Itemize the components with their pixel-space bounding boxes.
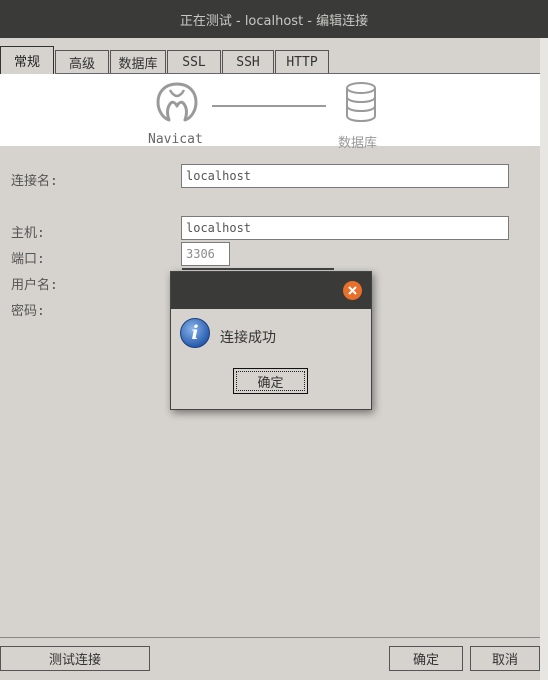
connection-line [212, 105, 326, 107]
navicat-logo-icon [156, 82, 198, 122]
database-label: 数据库 [338, 136, 378, 151]
navicat-label: Navicat [148, 132, 203, 147]
password-label: 密码: [11, 304, 45, 319]
cancel-button[interactable]: 取消 [470, 646, 540, 671]
port-label: 端口: [11, 252, 45, 267]
close-x-glyph [348, 286, 357, 295]
connection-name-label: 连接名: [11, 174, 58, 189]
info-icon: i [180, 318, 210, 348]
connection-name-input[interactable] [181, 164, 509, 188]
tab-ssh[interactable]: SSH [222, 50, 274, 73]
tab-http[interactable]: HTTP [275, 50, 329, 73]
focus-ring [236, 371, 305, 391]
host-label: 主机: [11, 226, 45, 241]
connection-success-dialog: i 连接成功 确定 [170, 271, 372, 410]
database-icon [346, 82, 376, 123]
tab-general[interactable]: 常规 [0, 46, 54, 74]
test-connection-button[interactable]: 测试连接 [0, 646, 150, 671]
connection-header-panel [0, 74, 540, 146]
tab-advanced[interactable]: 高级 [55, 50, 109, 73]
window-title-bar: 正在测试 - localhost - 编辑连接 [0, 0, 548, 38]
tab-database[interactable]: 数据库 [110, 50, 166, 73]
port-input[interactable] [181, 242, 230, 266]
close-icon[interactable] [343, 281, 362, 300]
dialog-message: 连接成功 [220, 330, 276, 346]
host-input[interactable] [181, 216, 509, 240]
window-title: 正在测试 - localhost - 编辑连接 [179, 13, 369, 29]
dialog-ok-button[interactable]: 确定 [233, 368, 308, 394]
bottom-divider [0, 637, 540, 638]
dialog-title-bar [171, 272, 371, 309]
ok-button[interactable]: 确定 [389, 646, 463, 671]
username-label: 用户名: [11, 278, 58, 293]
tab-ssl[interactable]: SSL [167, 50, 221, 73]
window-edge [540, 38, 548, 680]
